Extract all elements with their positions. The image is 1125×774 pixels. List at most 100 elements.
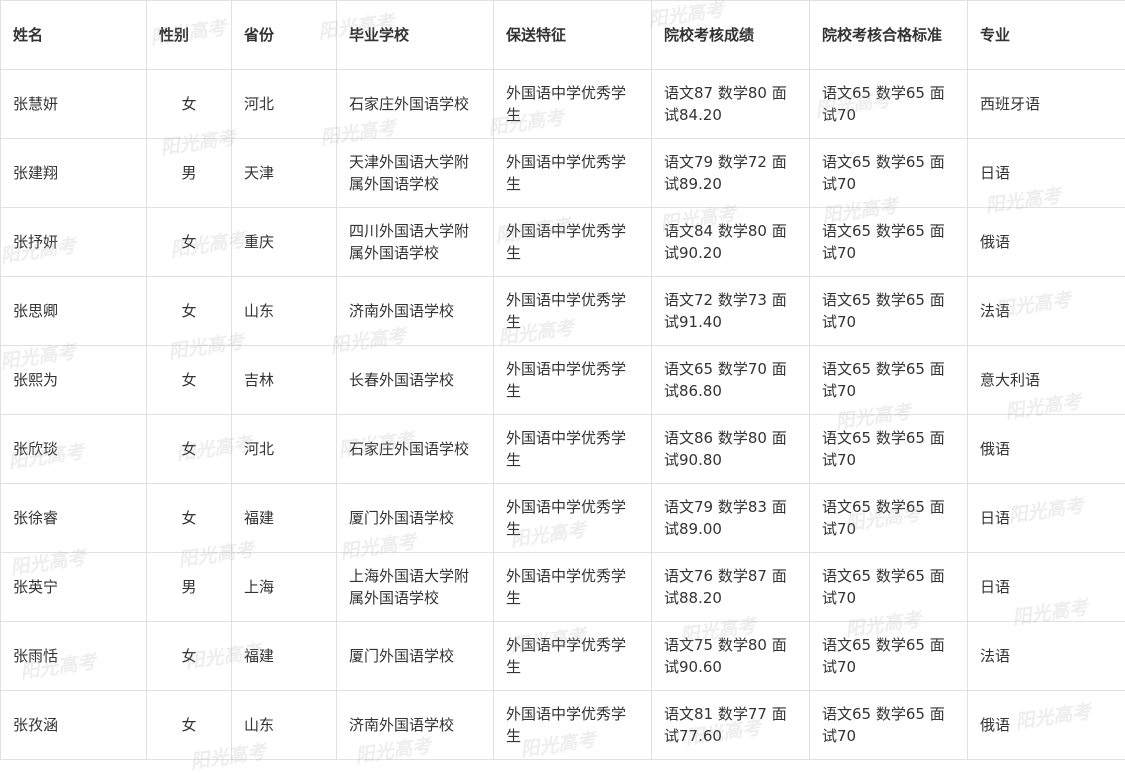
cell-feature: 外国语中学优秀学生 [494, 139, 652, 208]
cell-standard: 语文65 数学65 面试70 [810, 346, 968, 415]
cell-gender: 女 [147, 346, 232, 415]
header-major: 专业 [968, 1, 1125, 70]
cell-standard: 语文65 数学65 面试70 [810, 208, 968, 277]
cell-feature: 外国语中学优秀学生 [494, 277, 652, 346]
cell-name: 张抒妍 [1, 208, 147, 277]
cell-feature: 外国语中学优秀学生 [494, 346, 652, 415]
cell-school: 上海外国语大学附属外国语学校 [337, 553, 494, 622]
table-row: 张雨恬 女 福建 厦门外国语学校 外国语中学优秀学生 语文75 数学80 面试9… [1, 622, 1125, 691]
cell-score: 语文79 数学72 面试89.20 [652, 139, 810, 208]
cell-name: 张徐睿 [1, 484, 147, 553]
cell-name: 张欣琰 [1, 415, 147, 484]
cell-name: 张建翔 [1, 139, 147, 208]
cell-standard: 语文65 数学65 面试70 [810, 139, 968, 208]
cell-score: 语文72 数学73 面试91.40 [652, 277, 810, 346]
cell-school: 长春外国语学校 [337, 346, 494, 415]
cell-gender: 男 [147, 139, 232, 208]
cell-major: 俄语 [968, 208, 1125, 277]
cell-province: 吉林 [232, 346, 337, 415]
table-row: 张欣琰 女 河北 石家庄外国语学校 外国语中学优秀学生 语文86 数学80 面试… [1, 415, 1125, 484]
table-row: 张思卿 女 山东 济南外国语学校 外国语中学优秀学生 语文72 数学73 面试9… [1, 277, 1125, 346]
cell-province: 福建 [232, 484, 337, 553]
header-gender: 性别 [147, 1, 232, 70]
cell-gender: 女 [147, 277, 232, 346]
cell-feature: 外国语中学优秀学生 [494, 691, 652, 760]
cell-score: 语文86 数学80 面试90.80 [652, 415, 810, 484]
cell-school: 天津外国语大学附属外国语学校 [337, 139, 494, 208]
cell-province: 河北 [232, 70, 337, 139]
table-row: 张徐睿 女 福建 厦门外国语学校 外国语中学优秀学生 语文79 数学83 面试8… [1, 484, 1125, 553]
header-feature: 保送特征 [494, 1, 652, 70]
table-row: 张孜涵 女 山东 济南外国语学校 外国语中学优秀学生 语文81 数学77 面试7… [1, 691, 1125, 760]
header-province: 省份 [232, 1, 337, 70]
header-standard: 院校考核合格标准 [810, 1, 968, 70]
cell-gender: 女 [147, 691, 232, 760]
cell-feature: 外国语中学优秀学生 [494, 208, 652, 277]
cell-gender: 女 [147, 415, 232, 484]
cell-score: 语文87 数学80 面试84.20 [652, 70, 810, 139]
cell-school: 石家庄外国语学校 [337, 70, 494, 139]
cell-major: 法语 [968, 277, 1125, 346]
cell-feature: 外国语中学优秀学生 [494, 70, 652, 139]
table-row: 张抒妍 女 重庆 四川外国语大学附属外国语学校 外国语中学优秀学生 语文84 数… [1, 208, 1125, 277]
cell-major: 俄语 [968, 691, 1125, 760]
cell-province: 福建 [232, 622, 337, 691]
cell-school: 石家庄外国语学校 [337, 415, 494, 484]
cell-feature: 外国语中学优秀学生 [494, 415, 652, 484]
cell-gender: 男 [147, 553, 232, 622]
cell-major: 西班牙语 [968, 70, 1125, 139]
table-header-row: 姓名 性别 省份 毕业学校 保送特征 院校考核成绩 院校考核合格标准 专业 [1, 1, 1125, 70]
admissions-table: 姓名 性别 省份 毕业学校 保送特征 院校考核成绩 院校考核合格标准 专业 张慧… [0, 0, 1125, 760]
table-row: 张建翔 男 天津 天津外国语大学附属外国语学校 外国语中学优秀学生 语文79 数… [1, 139, 1125, 208]
cell-province: 河北 [232, 415, 337, 484]
cell-standard: 语文65 数学65 面试70 [810, 622, 968, 691]
cell-province: 重庆 [232, 208, 337, 277]
cell-standard: 语文65 数学65 面试70 [810, 70, 968, 139]
cell-major: 法语 [968, 622, 1125, 691]
cell-name: 张英宁 [1, 553, 147, 622]
cell-name: 张雨恬 [1, 622, 147, 691]
cell-score: 语文65 数学70 面试86.80 [652, 346, 810, 415]
cell-score: 语文81 数学77 面试77.60 [652, 691, 810, 760]
cell-school: 济南外国语学校 [337, 277, 494, 346]
cell-gender: 女 [147, 208, 232, 277]
cell-name: 张慧妍 [1, 70, 147, 139]
cell-score: 语文75 数学80 面试90.60 [652, 622, 810, 691]
cell-province: 山东 [232, 691, 337, 760]
cell-name: 张熙为 [1, 346, 147, 415]
cell-standard: 语文65 数学65 面试70 [810, 691, 968, 760]
header-school: 毕业学校 [337, 1, 494, 70]
table-row: 张英宁 男 上海 上海外国语大学附属外国语学校 外国语中学优秀学生 语文76 数… [1, 553, 1125, 622]
cell-province: 天津 [232, 139, 337, 208]
cell-major: 日语 [968, 139, 1125, 208]
cell-feature: 外国语中学优秀学生 [494, 622, 652, 691]
cell-school: 四川外国语大学附属外国语学校 [337, 208, 494, 277]
cell-school: 济南外国语学校 [337, 691, 494, 760]
cell-gender: 女 [147, 484, 232, 553]
cell-standard: 语文65 数学65 面试70 [810, 277, 968, 346]
table-row: 张熙为 女 吉林 长春外国语学校 外国语中学优秀学生 语文65 数学70 面试8… [1, 346, 1125, 415]
header-score: 院校考核成绩 [652, 1, 810, 70]
cell-province: 山东 [232, 277, 337, 346]
cell-standard: 语文65 数学65 面试70 [810, 553, 968, 622]
cell-school: 厦门外国语学校 [337, 484, 494, 553]
cell-gender: 女 [147, 70, 232, 139]
cell-gender: 女 [147, 622, 232, 691]
cell-major: 日语 [968, 484, 1125, 553]
cell-school: 厦门外国语学校 [337, 622, 494, 691]
cell-name: 张思卿 [1, 277, 147, 346]
cell-score: 语文79 数学83 面试89.00 [652, 484, 810, 553]
cell-score: 语文76 数学87 面试88.20 [652, 553, 810, 622]
cell-major: 日语 [968, 553, 1125, 622]
header-name: 姓名 [1, 1, 147, 70]
cell-feature: 外国语中学优秀学生 [494, 484, 652, 553]
cell-major: 意大利语 [968, 346, 1125, 415]
cell-province: 上海 [232, 553, 337, 622]
cell-standard: 语文65 数学65 面试70 [810, 484, 968, 553]
cell-score: 语文84 数学80 面试90.20 [652, 208, 810, 277]
cell-name: 张孜涵 [1, 691, 147, 760]
cell-major: 俄语 [968, 415, 1125, 484]
cell-feature: 外国语中学优秀学生 [494, 553, 652, 622]
table-row: 张慧妍 女 河北 石家庄外国语学校 外国语中学优秀学生 语文87 数学80 面试… [1, 70, 1125, 139]
cell-standard: 语文65 数学65 面试70 [810, 415, 968, 484]
